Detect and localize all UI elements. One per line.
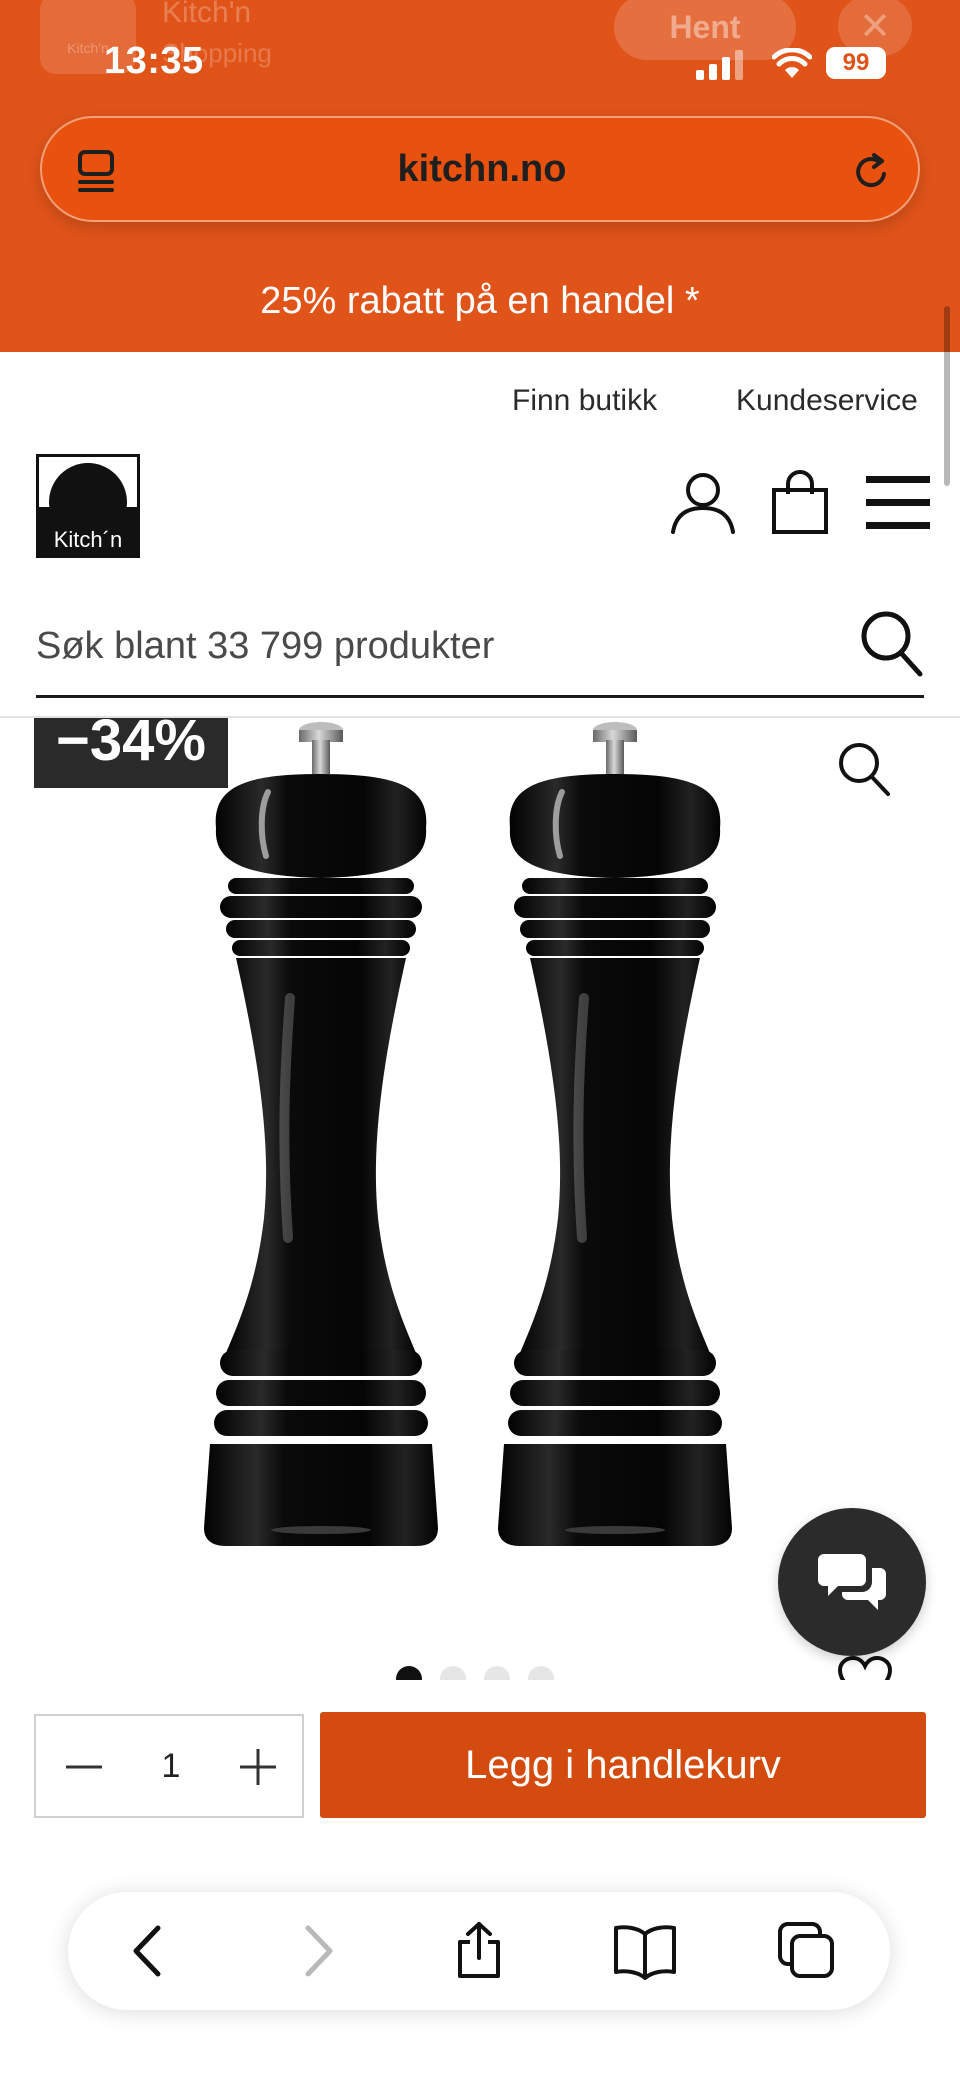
back-icon[interactable] [120, 1922, 178, 1980]
zoom-icon[interactable] [836, 740, 892, 798]
status-icons: 99 [696, 44, 896, 84]
pagination-dot-3[interactable] [484, 1666, 510, 1680]
browser-toolbar [68, 1892, 890, 2010]
product-image[interactable] [196, 718, 756, 1588]
promo-banner[interactable]: 25% rabatt på en handel * [0, 280, 960, 323]
plus-icon[interactable] [230, 1742, 286, 1792]
chat-icon [818, 1554, 886, 1610]
tabs-icon[interactable] [778, 1922, 836, 1980]
shopping-bag-icon[interactable] [770, 470, 830, 536]
menu-icon[interactable] [866, 476, 930, 530]
image-pagination[interactable] [396, 1666, 566, 1680]
app-banner-title: Kitch'n [162, 0, 252, 29]
pagination-dot-2[interactable] [440, 1666, 466, 1680]
address-bar[interactable]: kitchn.no [40, 116, 920, 222]
minus-icon[interactable] [56, 1742, 112, 1792]
heart-icon[interactable] [836, 1656, 894, 1680]
logo-text: Kitch´n [53, 527, 123, 552]
add-to-cart-button[interactable]: Legg i handlekurv [320, 1712, 926, 1818]
page-scrollbar[interactable] [944, 306, 950, 486]
status-time: 13:35 [104, 40, 204, 82]
battery-icon: 99 [826, 47, 886, 79]
customer-service-link[interactable]: Kundeservice [736, 384, 918, 418]
quantity-stepper: 1 [34, 1714, 304, 1818]
search-icon[interactable] [858, 608, 924, 678]
search-bar [36, 598, 924, 698]
share-icon[interactable] [450, 1922, 508, 1980]
find-store-link[interactable]: Finn butikk [512, 384, 657, 418]
bookmarks-icon[interactable] [612, 1922, 678, 1980]
reload-icon[interactable] [852, 152, 892, 192]
chat-button[interactable] [778, 1508, 926, 1656]
forward-icon[interactable] [288, 1922, 346, 1980]
pagination-dot-1[interactable] [396, 1666, 422, 1680]
account-icon[interactable] [670, 470, 736, 536]
tab-overview-icon[interactable] [76, 150, 116, 194]
search-input[interactable] [36, 598, 836, 694]
quantity-value[interactable]: 1 [136, 1716, 206, 1816]
wifi-icon [772, 48, 812, 78]
discount-badge: −34% [34, 718, 228, 788]
site-logo[interactable]: Kitch´n [36, 454, 140, 558]
browser-chrome: Kitch'n Kitch'n Shopping Hent ✕ 13:35 99… [0, 0, 960, 352]
pagination-dot-4[interactable] [528, 1666, 554, 1680]
url-text[interactable]: kitchn.no [42, 118, 922, 220]
cellular-signal-icon [696, 50, 743, 80]
